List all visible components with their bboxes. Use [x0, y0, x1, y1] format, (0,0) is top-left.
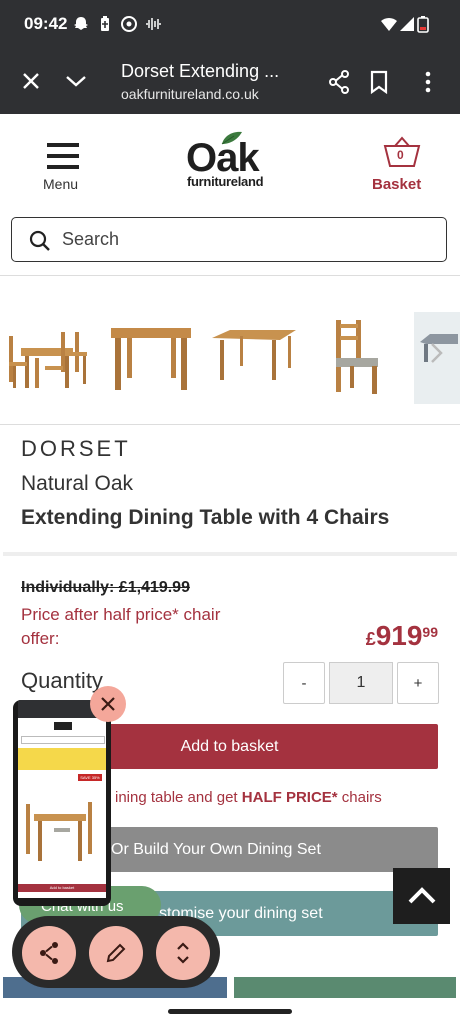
- screenshot-toolbar: [12, 916, 220, 988]
- chrome-icon: [121, 16, 137, 32]
- close-preview-button[interactable]: [90, 686, 126, 722]
- preview-badge: SAVE 35%: [78, 774, 102, 781]
- promo-bold: HALF PRICE*: [241, 789, 338, 806]
- battery-saver-icon: [101, 16, 109, 31]
- preview-add-button: Add to basket: [18, 884, 106, 892]
- close-tab-icon[interactable]: [21, 71, 41, 91]
- chevron-right-icon[interactable]: [429, 342, 443, 364]
- screenshot-preview[interactable]: SAVE 35% Add to basket: [13, 700, 111, 906]
- quantity-decrease-button[interactable]: -: [283, 662, 325, 704]
- product-title: Extending Dining Table with 4 Chairs: [21, 506, 390, 529]
- basket-count: 0: [397, 148, 404, 162]
- hamburger-menu-icon[interactable]: [47, 142, 79, 170]
- was-price: Individually: £1,419.99: [21, 579, 190, 596]
- preview-screen: SAVE 35% Add to basket: [18, 708, 106, 898]
- quantity-increase-button[interactable]: +: [397, 662, 439, 704]
- expand-screenshot-button[interactable]: [156, 926, 210, 980]
- basket-button[interactable]: 0: [383, 136, 423, 170]
- gallery-thumb-next[interactable]: [414, 312, 460, 404]
- snapchat-icon: [74, 17, 88, 30]
- quantity-label: Quantity: [21, 668, 103, 693]
- gallery-thumb-set[interactable]: [5, 322, 95, 394]
- share-screenshot-button[interactable]: [22, 926, 76, 980]
- gallery-thumb-chair[interactable]: [322, 318, 392, 396]
- cellular-icon: [400, 17, 414, 31]
- gallery-thumb-table-extended[interactable]: [210, 326, 298, 386]
- search-input[interactable]: Search: [11, 217, 447, 262]
- product-subtitle: Natural Oak: [21, 472, 134, 495]
- basket-label[interactable]: Basket: [372, 176, 421, 193]
- preview-logo: [54, 722, 72, 730]
- preview-banner: [18, 748, 106, 770]
- chevron-down-icon[interactable]: [64, 72, 88, 90]
- more-options-icon[interactable]: [424, 70, 432, 94]
- page-url[interactable]: oakfurnitureland.co.uk: [121, 86, 259, 102]
- price-pence: 99: [422, 624, 438, 640]
- logo-sub-text: furnitureland: [187, 174, 264, 189]
- search-placeholder: Search: [62, 229, 120, 249]
- edit-screenshot-button[interactable]: [89, 926, 143, 980]
- offer-text: Price after half price* chair offer:: [21, 605, 221, 648]
- page-title: Dorset Extending ...: [121, 61, 280, 81]
- search-icon: [29, 230, 50, 251]
- gallery-divider: [0, 424, 460, 425]
- promo-text-end: chairs: [337, 789, 382, 806]
- promo-text-start: ining table and get: [115, 789, 242, 806]
- price-currency: £: [365, 629, 376, 649]
- chevron-up-icon: [408, 887, 436, 904]
- product-gallery: [0, 282, 460, 422]
- price-main: 919: [375, 620, 423, 651]
- bottom-banner-right[interactable]: [234, 977, 456, 999]
- share-icon: [40, 942, 58, 964]
- quantity-input[interactable]: 1: [329, 662, 393, 704]
- scroll-to-top-button[interactable]: [393, 868, 450, 924]
- preview-product-image: [26, 802, 92, 861]
- product-brand: DORSET: [21, 436, 131, 461]
- oak-furnitureland-logo[interactable]: Oak furnitureland: [184, 130, 276, 192]
- audio-wave-icon: [146, 18, 161, 30]
- product-price: £91999: [366, 620, 438, 652]
- wifi-icon: [381, 17, 397, 31]
- menu-label[interactable]: Menu: [43, 176, 78, 192]
- header-divider: [0, 275, 460, 276]
- pencil-icon: [106, 943, 126, 963]
- share-icon[interactable]: [328, 70, 350, 94]
- preview-search: [21, 736, 105, 744]
- expand-vertical-icon: [177, 942, 189, 964]
- section-divider: [3, 552, 457, 556]
- home-gesture-handle[interactable]: [168, 1009, 292, 1014]
- browser-toolbar: Dorset Extending ... oakfurnitureland.co…: [0, 48, 460, 114]
- gallery-thumb-table-closed[interactable]: [107, 322, 197, 394]
- close-icon: [101, 697, 115, 711]
- status-bar: 09:42: [0, 0, 460, 48]
- battery-icon: [417, 16, 429, 33]
- bookmark-icon[interactable]: [370, 70, 388, 94]
- build-dining-set-label: Or Build Your Own Dining Set: [111, 840, 321, 858]
- promo-text: ining table and get HALF PRICE* chairs: [115, 789, 382, 806]
- status-time: 09:42: [24, 14, 68, 33]
